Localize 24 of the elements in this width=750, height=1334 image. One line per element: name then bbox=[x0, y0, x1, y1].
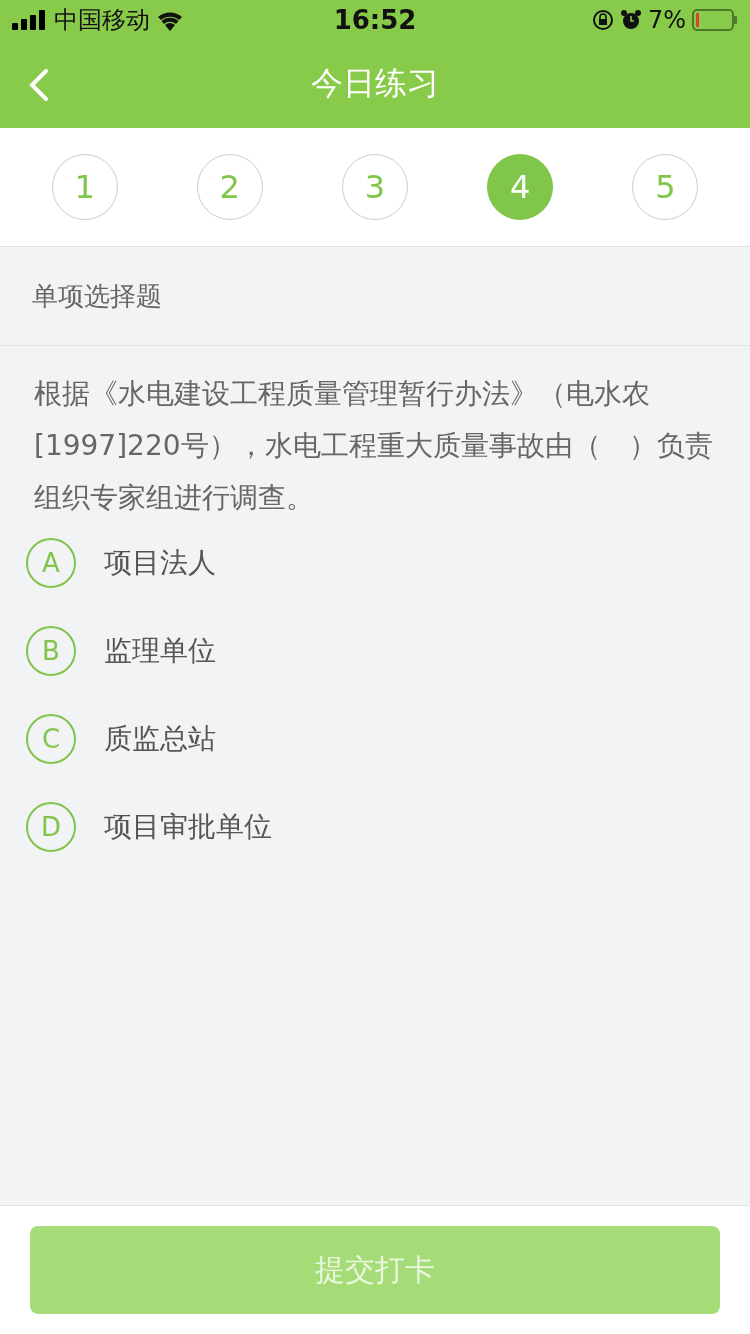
signal-icon bbox=[12, 10, 48, 30]
battery-percent: 7% bbox=[647, 6, 686, 34]
question-number[interactable]: 5 bbox=[632, 154, 699, 220]
question-text: 根据《水电建设工程质量管理暂行办法》（电水农[1997]220号），水电工程重大质量事故由（ ）负责组织专家组进行调查。 bbox=[33, 376, 714, 516]
back-icon[interactable] bbox=[28, 68, 50, 102]
status-time: 16:52 bbox=[333, 5, 417, 35]
battery-icon bbox=[692, 9, 738, 31]
carrier-name: 中国移动 bbox=[54, 5, 150, 36]
question-number[interactable]: 4 bbox=[487, 154, 554, 220]
option-text[interactable]: 监理单位 bbox=[104, 632, 216, 670]
option-text[interactable]: 项目审批单位 bbox=[104, 808, 272, 846]
option-letter[interactable]: D bbox=[26, 802, 76, 852]
alarm-icon bbox=[619, 9, 642, 31]
option-text[interactable]: 项目法人 bbox=[104, 544, 216, 582]
option-letter[interactable]: C bbox=[26, 714, 76, 764]
question-number[interactable]: 2 bbox=[196, 154, 263, 220]
wifi-icon bbox=[156, 9, 184, 31]
option-text[interactable]: 质监总站 bbox=[104, 720, 216, 758]
option-letter[interactable]: A bbox=[26, 538, 76, 588]
question-number[interactable]: 3 bbox=[341, 154, 408, 220]
question-type: 单项选择题 bbox=[32, 279, 162, 313]
page-title: 今日练习 bbox=[311, 63, 439, 104]
question-number[interactable]: 1 bbox=[51, 154, 118, 220]
option-letter[interactable]: B bbox=[26, 626, 76, 676]
